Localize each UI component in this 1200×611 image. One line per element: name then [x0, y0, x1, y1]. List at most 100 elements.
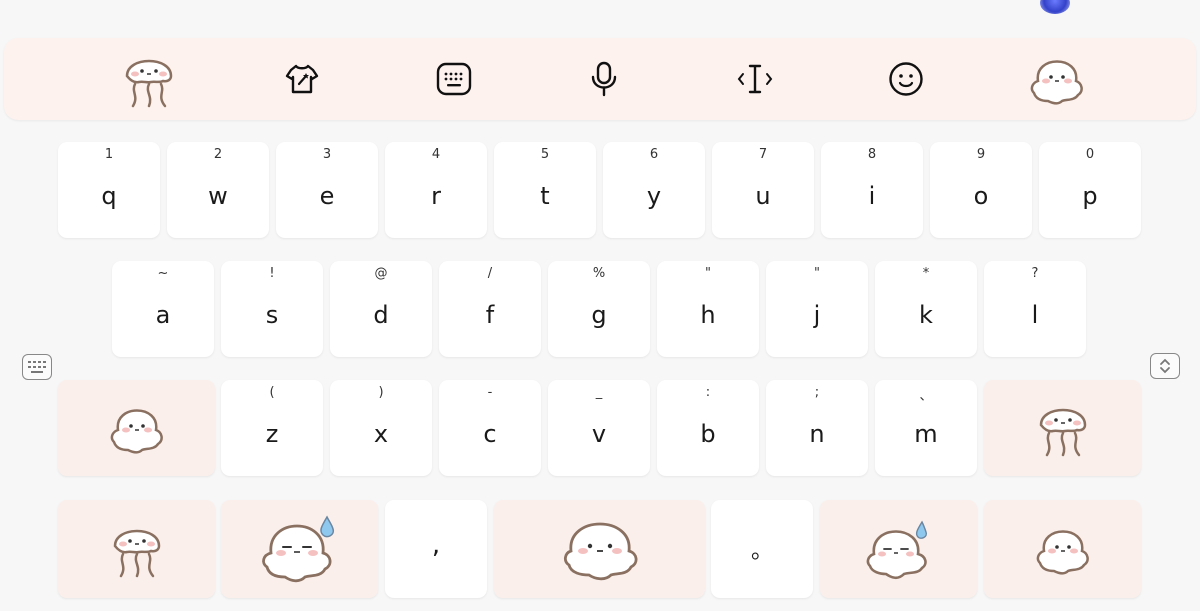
key-label: s [265, 301, 279, 329]
language-key[interactable] [221, 500, 378, 598]
key-label: j [813, 301, 821, 329]
key-label: g [591, 301, 607, 329]
keyboard-layout-button[interactable] [22, 354, 52, 380]
key-label: c [483, 420, 497, 448]
key-label: p [1082, 182, 1098, 210]
key-b[interactable]: :b [657, 380, 759, 476]
key-label: i [868, 182, 876, 210]
key-sub-label: " [814, 266, 820, 281]
key-sub-label: ! [269, 266, 275, 281]
symbols-key[interactable] [58, 500, 215, 598]
blob-character-icon [563, 522, 637, 581]
blob-character-icon[interactable] [1017, 38, 1097, 120]
key-label: r [431, 182, 441, 210]
key-label: f [485, 301, 495, 329]
top-decoration-icon [1040, 0, 1070, 14]
key-sub-label: / [487, 266, 493, 281]
key-label: a [155, 301, 171, 329]
key-label: l [1031, 301, 1039, 329]
key-sub-label: 7 [758, 147, 768, 162]
key-sub-label: * [922, 266, 930, 281]
key-t[interactable]: 5t [494, 142, 596, 238]
key-f[interactable]: / f [439, 261, 541, 357]
key-h[interactable]: " h [657, 261, 759, 357]
jellyfish-icon [1039, 408, 1086, 457]
key-sub-label: ; [814, 385, 820, 400]
key-label: b [700, 420, 716, 448]
key-label: h [700, 301, 716, 329]
key-r[interactable]: 4r [385, 142, 487, 238]
key-p[interactable]: 0p [1039, 142, 1141, 238]
key-a[interactable]: ~ a [112, 261, 214, 357]
key-sub-label: " [705, 266, 711, 281]
key-sub-label: % [592, 266, 606, 281]
key-sub-label: - [487, 385, 493, 400]
key-o[interactable]: 9o [930, 142, 1032, 238]
key-g[interactable]: % g [548, 261, 650, 357]
key-sub-label: ( [269, 385, 275, 400]
key-z[interactable]: (z [221, 380, 323, 476]
key-label: o [973, 182, 989, 210]
key-sub-label: 5 [540, 147, 550, 162]
key-s[interactable]: ! s [221, 261, 323, 357]
theme-shirt-icon[interactable] [262, 38, 342, 120]
key-sub-label: _ [595, 385, 603, 400]
keyboard-layout-icon [28, 361, 46, 373]
key-sub-label: 、 [919, 389, 933, 404]
key-w[interactable]: 2w [167, 142, 269, 238]
key-y[interactable]: 6y [603, 142, 705, 238]
key-label: k [919, 301, 933, 329]
key-c[interactable]: -c [439, 380, 541, 476]
cursor-navigation-button[interactable] [1150, 353, 1180, 379]
space-key[interactable] [494, 500, 705, 598]
comma-key[interactable]: , [385, 500, 487, 598]
emoji-icon[interactable] [866, 38, 946, 120]
key-k[interactable]: * k [875, 261, 977, 357]
key-label: t [540, 182, 550, 210]
key-label: y [646, 182, 662, 210]
key-n[interactable]: ; n [766, 380, 868, 476]
period-key[interactable]: 。 [711, 500, 813, 598]
key-u[interactable]: 7u [712, 142, 814, 238]
key-e[interactable]: 3e [276, 142, 378, 238]
key-sub-label: : [705, 385, 711, 400]
key-label: e [319, 182, 335, 210]
sweat-blob-icon [261, 515, 334, 583]
key-label: x [373, 420, 389, 448]
key-sub-label: 0 [1085, 147, 1095, 162]
shift-key[interactable] [58, 380, 215, 476]
key-v[interactable]: _ v [548, 380, 650, 476]
microphone-icon[interactable] [564, 38, 644, 120]
jellyfish-icon[interactable] [109, 38, 189, 120]
blob-character-icon [1036, 530, 1089, 575]
backspace-key[interactable] [984, 380, 1141, 476]
keyboard-icon[interactable] [414, 38, 494, 120]
text-cursor-icon[interactable] [715, 38, 795, 120]
emoji-key[interactable] [984, 500, 1141, 598]
key-i[interactable]: 8i [821, 142, 923, 238]
key-label: d [373, 301, 389, 329]
key-x[interactable]: ) x [330, 380, 432, 476]
key-sub-label: ? [1031, 266, 1039, 281]
sweat-blob-icon [866, 520, 927, 580]
key-sub-label: 6 [649, 147, 659, 162]
blob-character-icon [110, 409, 163, 454]
chevron-up-down-icon [1160, 358, 1170, 374]
key-l[interactable]: ? l [984, 261, 1086, 357]
enter-key[interactable] [820, 500, 977, 598]
key-sub-label: 3 [322, 147, 332, 162]
key-sub-label: 1 [104, 147, 114, 162]
key-sub-label: 8 [867, 147, 877, 162]
key-sub-label: 9 [976, 147, 986, 162]
key-label: w [208, 182, 228, 210]
key-label: u [755, 182, 771, 210]
key-sub-label: @ [374, 266, 388, 281]
key-label: z [265, 420, 279, 448]
key-sub-label: 2 [213, 147, 223, 162]
key-q[interactable]: 1q [58, 142, 160, 238]
key-d[interactable]: @ d [330, 261, 432, 357]
key-m[interactable]: 、 m [875, 380, 977, 476]
key-sub-label: ) [378, 385, 384, 400]
key-j[interactable]: " j [766, 261, 868, 357]
key-label: , [431, 530, 441, 560]
